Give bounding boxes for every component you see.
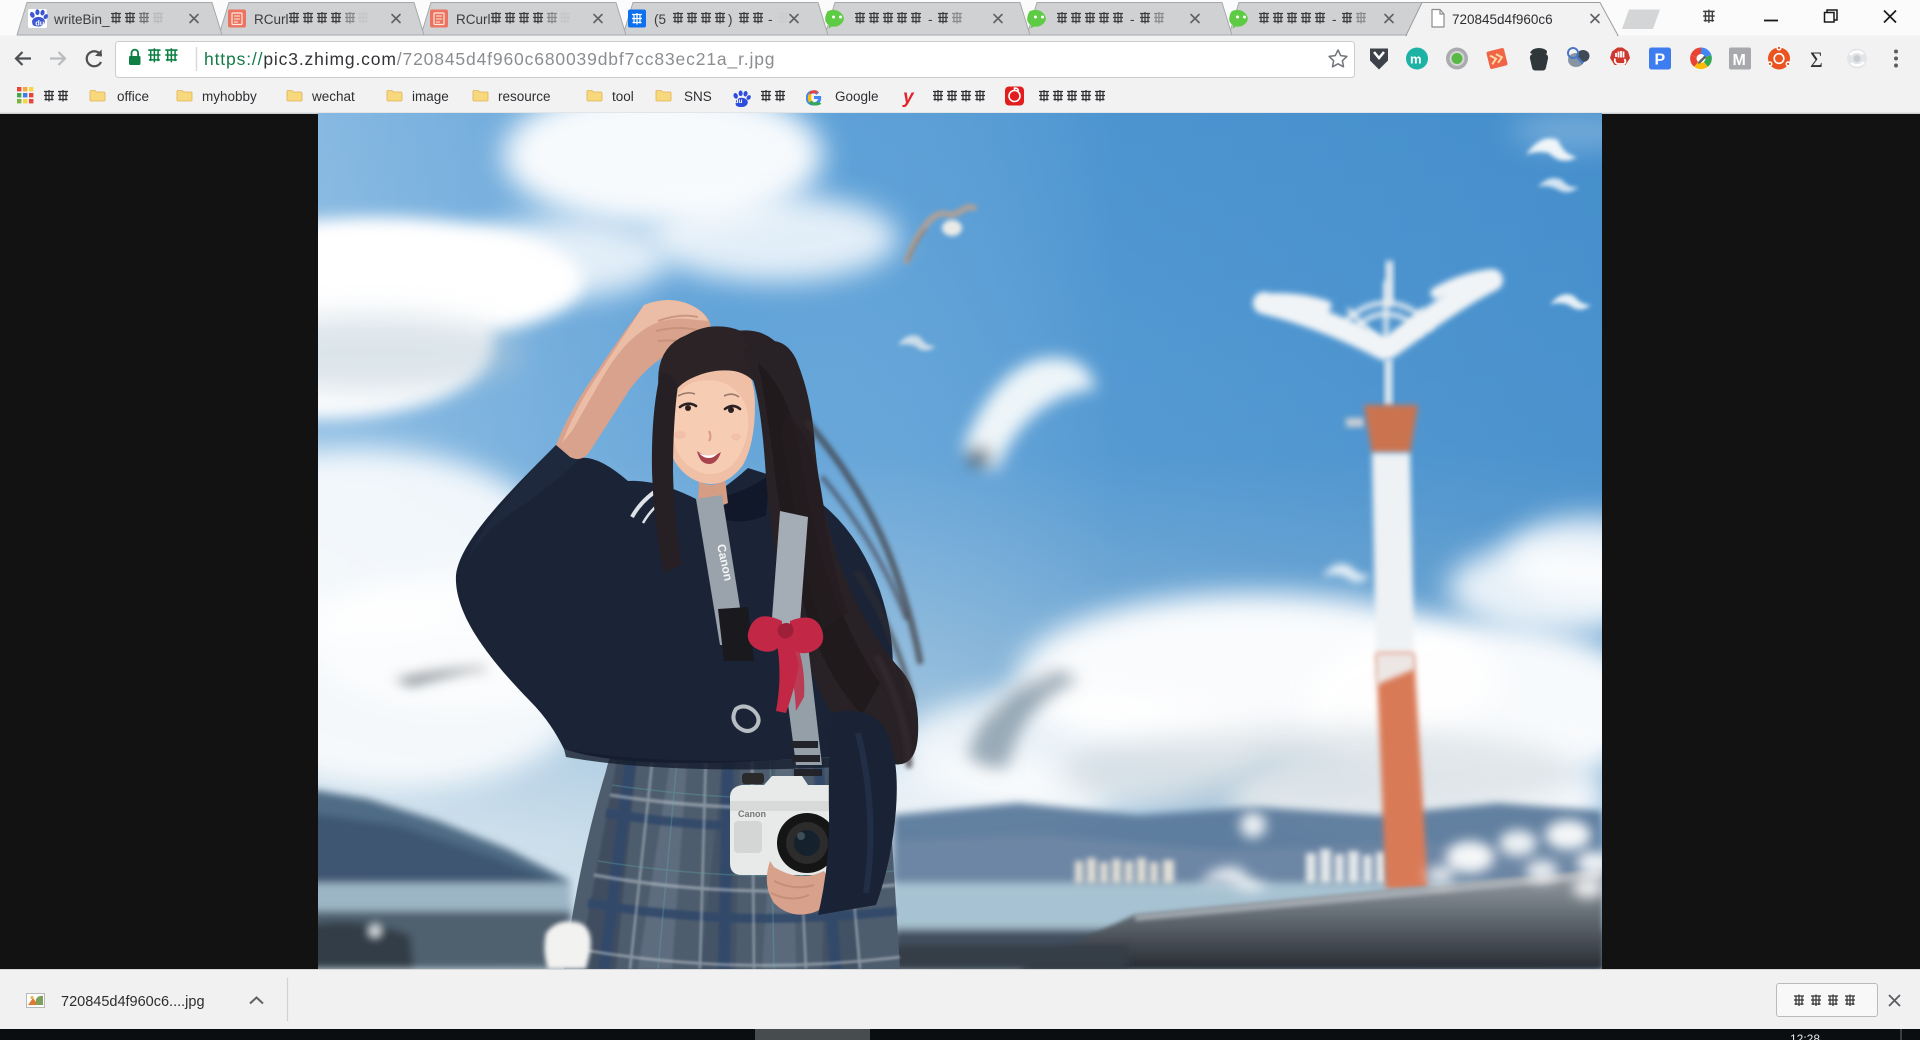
svg-text:resource: resource [498, 89, 551, 104]
svg-text:720845d4f960c6: 720845d4f960c6 [1452, 12, 1553, 27]
svg-text:SNS: SNS [684, 89, 712, 104]
svg-text:-: - [768, 12, 773, 27]
svg-text:M: M [1733, 52, 1746, 69]
svg-text:myhobby: myhobby [202, 89, 257, 104]
svg-text:Google: Google [835, 89, 879, 104]
svg-text:): ) [728, 12, 733, 27]
svg-text:y: y [902, 87, 915, 108]
svg-text:writeBin_: writeBin_ [53, 12, 110, 27]
svg-text:image: image [412, 89, 449, 104]
svg-text:P: P [1655, 52, 1666, 69]
svg-text:office: office [117, 89, 149, 104]
svg-text:wechat: wechat [311, 89, 355, 104]
svg-text:https://pic3.zhimg.com/720845d: https://pic3.zhimg.com/720845d4f960c6800… [204, 49, 775, 70]
svg-text:tool: tool [612, 89, 634, 104]
svg-text:du: du [735, 98, 743, 105]
svg-text:du: du [35, 18, 45, 27]
svg-text:RCurl: RCurl [254, 12, 289, 27]
svg-text:-: - [928, 12, 933, 27]
svg-text:Canon: Canon [738, 809, 766, 819]
svg-text:Σ: Σ [1810, 47, 1823, 72]
svg-text:m: m [1410, 52, 1422, 67]
svg-text:720845d4f960c6....jpg: 720845d4f960c6....jpg [61, 994, 205, 1010]
svg-text:RCurl: RCurl [456, 12, 491, 27]
svg-text:(5: (5 [654, 12, 666, 27]
